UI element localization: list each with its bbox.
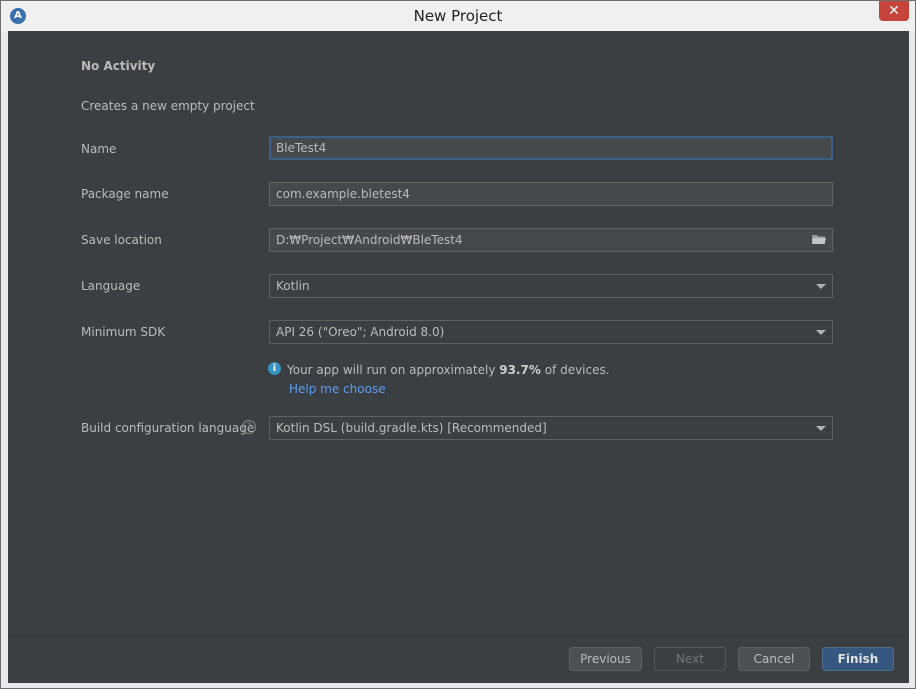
package-name-input[interactable] — [269, 182, 833, 206]
folder-icon[interactable] — [812, 234, 826, 245]
device-coverage-text: Your app will run on approximately 93.7%… — [287, 363, 610, 377]
language-label: Language — [81, 279, 141, 293]
cancel-button[interactable]: Cancel — [738, 647, 810, 671]
finish-button[interactable]: Finish — [822, 647, 894, 671]
title-bar[interactable]: A New Project ✕ — [1, 1, 915, 31]
next-button[interactable]: Next — [654, 647, 726, 671]
build-config-value: Kotlin DSL (build.gradle.kts) [Recommend… — [276, 421, 547, 435]
dialog-content: No Activity Creates a new empty project … — [8, 31, 909, 683]
language-value: Kotlin — [276, 279, 310, 293]
coverage-percent: 93.7% — [499, 363, 541, 377]
name-label: Name — [81, 142, 117, 156]
build-config-label: Build configuration language — [81, 421, 255, 435]
info-icon: i — [268, 362, 281, 375]
previous-button[interactable]: Previous — [569, 647, 642, 671]
minimum-sdk-label: Minimum SDK — [81, 325, 166, 339]
template-heading: No Activity — [81, 59, 156, 73]
coverage-suffix: of devices. — [540, 363, 610, 377]
chevron-down-icon — [816, 330, 826, 335]
save-location-field[interactable]: D:₩Project₩Android₩BleTest4 — [269, 228, 833, 252]
help-me-choose-link[interactable]: Help me choose — [289, 382, 386, 396]
name-input[interactable] — [269, 136, 833, 160]
footer-divider — [8, 635, 909, 636]
minimum-sdk-select[interactable]: API 26 ("Oreo"; Android 8.0) — [269, 320, 833, 344]
close-button[interactable]: ✕ — [879, 1, 909, 21]
coverage-prefix: Your app will run on approximately — [287, 363, 500, 377]
save-location-label: Save location — [81, 233, 162, 247]
save-location-value: D:₩Project₩Android₩BleTest4 — [276, 233, 463, 247]
minimum-sdk-value: API 26 ("Oreo"; Android 8.0) — [276, 325, 445, 339]
template-description: Creates a new empty project — [81, 99, 255, 113]
chevron-down-icon — [816, 426, 826, 431]
chevron-down-icon — [816, 284, 826, 289]
new-project-window: A New Project ✕ No Activity Creates a ne… — [0, 0, 916, 689]
language-select[interactable]: Kotlin — [269, 274, 833, 298]
build-config-select[interactable]: Kotlin DSL (build.gradle.kts) [Recommend… — [269, 416, 833, 440]
help-question-icon[interactable]: ? — [242, 420, 256, 434]
package-name-label: Package name — [81, 187, 169, 201]
window-title: New Project — [413, 7, 503, 25]
